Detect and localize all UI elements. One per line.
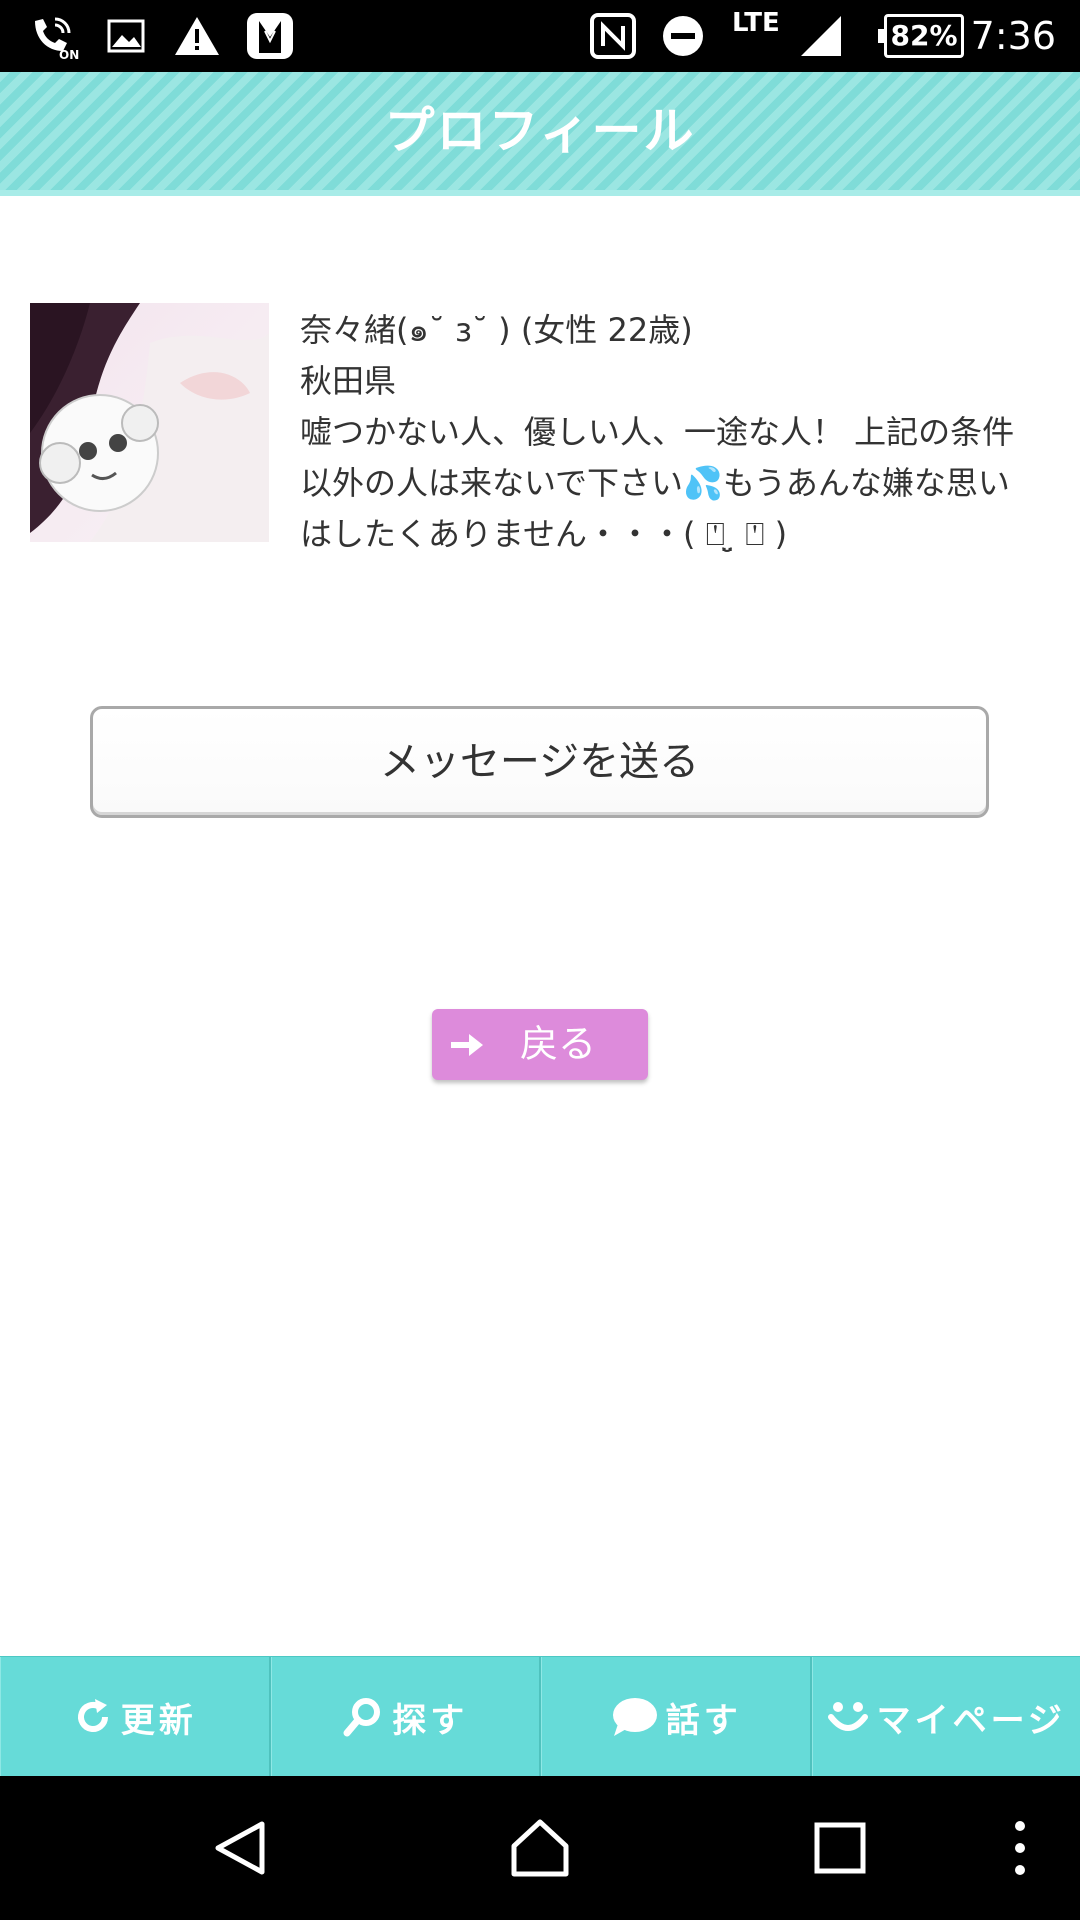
search-icon bbox=[342, 1696, 384, 1738]
wifi-calling-icon: ON bbox=[26, 10, 82, 62]
do-not-disturb-icon bbox=[660, 10, 706, 62]
back-button[interactable]: 戻る bbox=[432, 1009, 648, 1080]
refresh-icon bbox=[73, 1697, 113, 1737]
send-message-button[interactable]: メッセージを送る bbox=[90, 706, 989, 818]
status-bar: ON LTE 82% 7:36 bbox=[0, 0, 1080, 72]
tab-label: 探す bbox=[392, 1700, 469, 1741]
tab-label: マイページ bbox=[876, 1700, 1066, 1741]
bottom-tab-bar: 更新 探す 話す マイページ bbox=[0, 1656, 1080, 1777]
profile-details: 奈々緒(๑˘ з˘ ) (女性 22歳) 秋田県 嘘つかない人、優しい人、一途な… bbox=[300, 305, 1030, 560]
page-title: プロフィール bbox=[384, 102, 696, 160]
app-icon bbox=[244, 10, 296, 62]
svg-text:ON: ON bbox=[59, 48, 79, 59]
warning-icon bbox=[172, 10, 222, 62]
tab-search[interactable]: 探す bbox=[270, 1657, 541, 1777]
chat-bubble-icon bbox=[610, 1696, 658, 1738]
profile-name: 奈々緒(๑˘ з˘ ) (女性 22歳) bbox=[300, 311, 693, 349]
smiley-icon bbox=[827, 1697, 869, 1737]
more-vert-icon[interactable] bbox=[1000, 1776, 1040, 1920]
signal-icon bbox=[796, 10, 846, 62]
profile-avatar[interactable] bbox=[30, 303, 269, 542]
profile-bio: 嘘つかない人、優しい人、一途な人！ 上記の条件以外の人は来ないで下さい💦もうあん… bbox=[300, 413, 1015, 553]
image-icon bbox=[106, 10, 146, 62]
profile-location: 秋田県 bbox=[300, 362, 397, 400]
recents-icon[interactable] bbox=[800, 1776, 880, 1920]
network-type-label: LTE bbox=[732, 8, 780, 38]
back-button-label: 戻る bbox=[520, 1022, 597, 1066]
tab-label: 話す bbox=[665, 1700, 742, 1741]
screen: ON LTE 82% 7:36 プロフィール 奈々緒(๑˘ з˘) (女性 2… bbox=[0, 0, 1080, 1920]
clock: 7:36 bbox=[970, 14, 1056, 58]
arrow-right-icon bbox=[442, 1009, 492, 1080]
tab-refresh[interactable]: 更新 bbox=[0, 1657, 271, 1777]
tab-mypage[interactable]: マイページ bbox=[811, 1657, 1080, 1777]
tab-label: 更新 bbox=[120, 1700, 197, 1741]
tab-talk[interactable]: 話す bbox=[541, 1657, 812, 1777]
back-triangle-icon[interactable] bbox=[200, 1776, 280, 1920]
system-nav-bar bbox=[0, 1776, 1080, 1920]
battery-indicator: 82% bbox=[878, 14, 964, 58]
page-header: プロフィール bbox=[0, 72, 1080, 196]
nfc-icon bbox=[588, 10, 638, 62]
home-icon[interactable] bbox=[500, 1776, 580, 1920]
